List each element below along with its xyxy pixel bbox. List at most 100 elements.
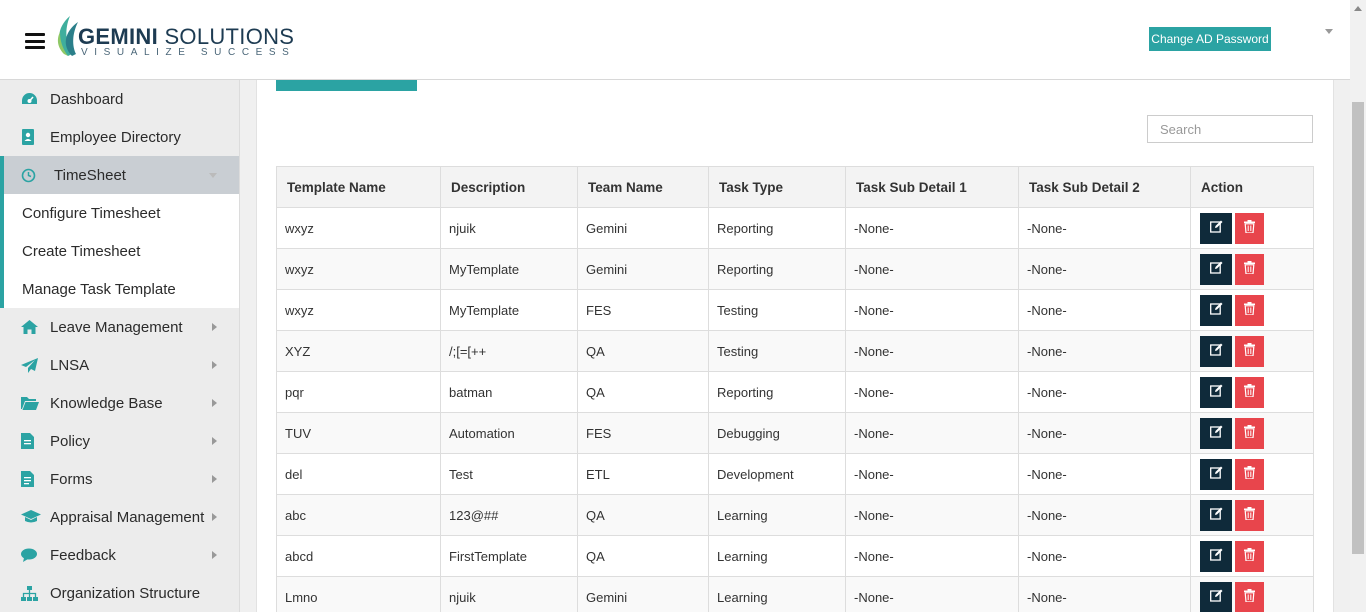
- sidebar-subitem-manage-task-template[interactable]: Manage Task Template: [0, 270, 239, 308]
- sidebar-item-knowledge-base[interactable]: Knowledge Base: [0, 384, 239, 422]
- delete-button[interactable]: [1235, 499, 1264, 531]
- cell-task-sub-detail-2: -None-: [1018, 453, 1191, 495]
- sidebar-item-employee-directory[interactable]: Employee Directory: [0, 118, 239, 156]
- cell-task-sub-detail-1: -None-: [845, 248, 1019, 290]
- sidebar-subitem-create-timesheet[interactable]: Create Timesheet: [0, 232, 239, 270]
- edit-button[interactable]: [1200, 212, 1232, 244]
- column-header-team-name[interactable]: Team Name: [577, 166, 709, 208]
- sidebar-item-lnsa[interactable]: LNSA: [0, 346, 239, 384]
- add-template-button[interactable]: [276, 80, 417, 91]
- cell-team-name: FES: [577, 412, 709, 454]
- delete-button[interactable]: [1235, 417, 1264, 449]
- column-header-task-sub-detail-1[interactable]: Task Sub Detail 1: [845, 166, 1019, 208]
- edit-icon: [1209, 384, 1223, 400]
- cell-action: [1190, 453, 1314, 495]
- cell-task-sub-detail-1: -None-: [845, 330, 1019, 372]
- sidebar-item-organization-structure[interactable]: Organization Structure: [0, 574, 239, 612]
- cell-task-type: Testing: [708, 289, 846, 331]
- delete-button[interactable]: [1235, 294, 1264, 326]
- delete-button[interactable]: [1235, 253, 1264, 285]
- column-header-template-name[interactable]: Template Name: [276, 166, 441, 208]
- chevron-right-icon: [212, 361, 217, 369]
- delete-button[interactable]: [1235, 458, 1264, 490]
- delete-button[interactable]: [1235, 540, 1264, 572]
- edit-button[interactable]: [1200, 294, 1232, 326]
- scrollbar-thumb[interactable]: [1352, 102, 1364, 554]
- table-row: abcd FirstTemplate QA Learning -None- -None-: [276, 535, 1314, 577]
- user-menu-caret-icon[interactable]: [1325, 29, 1333, 34]
- sidebar-item-leave-management[interactable]: Leave Management: [0, 308, 239, 346]
- chevron-right-icon: [212, 437, 217, 445]
- company-logo[interactable]: GEMINI SOLUTIONS VISUALIZE SUCCESS: [54, 14, 294, 62]
- edit-button[interactable]: [1200, 253, 1232, 285]
- sidebar-item-label: Leave Management: [50, 318, 183, 336]
- trash-icon: [1244, 384, 1255, 400]
- search-input[interactable]: [1147, 115, 1313, 143]
- cell-action: [1190, 576, 1314, 612]
- sidebar-item-label: TimeSheet: [54, 166, 126, 184]
- cell-team-name: QA: [577, 330, 709, 372]
- edit-icon: [1209, 466, 1223, 482]
- sidebar-item-dashboard[interactable]: Dashboard: [0, 80, 239, 118]
- cell-task-sub-detail-2: -None-: [1018, 289, 1191, 331]
- edit-button[interactable]: [1200, 499, 1232, 531]
- form-icon: [0, 471, 50, 487]
- sidebar-item-policy[interactable]: Policy: [0, 422, 239, 460]
- column-header-task-sub-detail-2[interactable]: Task Sub Detail 2: [1018, 166, 1191, 208]
- delete-button[interactable]: [1235, 376, 1264, 408]
- delete-button[interactable]: [1235, 212, 1264, 244]
- top-header: GEMINI SOLUTIONS VISUALIZE SUCCESS Chang…: [0, 0, 1350, 80]
- cell-task-sub-detail-1: -None-: [845, 535, 1019, 577]
- column-header-task-type[interactable]: Task Type: [708, 166, 846, 208]
- sidebar-subitem-configure-timesheet[interactable]: Configure Timesheet: [0, 194, 239, 232]
- cell-template-name: wxyz: [276, 248, 441, 290]
- edit-icon: [1209, 425, 1223, 441]
- edit-icon: [1209, 507, 1223, 523]
- cell-task-type: Development: [708, 453, 846, 495]
- scroll-up-arrow-icon[interactable]: [1354, 6, 1362, 11]
- logo-tagline: VISUALIZE SUCCESS: [81, 47, 296, 58]
- chevron-right-icon: [212, 513, 217, 521]
- page-scrollbar[interactable]: [1350, 0, 1366, 612]
- row-actions: [1199, 417, 1313, 449]
- edit-button[interactable]: [1200, 581, 1232, 612]
- trash-icon: [1244, 220, 1255, 236]
- cell-team-name: Gemini: [577, 248, 709, 290]
- hamburger-menu-icon[interactable]: [25, 33, 45, 49]
- trash-icon: [1244, 589, 1255, 605]
- cell-template-name: Lmno: [276, 576, 441, 612]
- edit-icon: [1209, 302, 1223, 318]
- sidebar-item-appraisal-management[interactable]: Appraisal Management: [0, 498, 239, 536]
- edit-button[interactable]: [1200, 417, 1232, 449]
- row-actions: [1199, 458, 1313, 490]
- delete-button[interactable]: [1235, 581, 1264, 612]
- row-actions: [1199, 376, 1313, 408]
- cell-description: njuik: [440, 207, 578, 249]
- cell-description: MyTemplate: [440, 248, 578, 290]
- folder-open-icon: [0, 396, 50, 410]
- change-ad-password-button[interactable]: Change AD Password: [1149, 27, 1271, 51]
- cell-task-type: Learning: [708, 535, 846, 577]
- cell-task-type: Learning: [708, 494, 846, 536]
- sidebar-item-forms[interactable]: Forms: [0, 460, 239, 498]
- sidebar: Dashboard Employee Directory TimeSheet C…: [0, 80, 240, 612]
- cell-template-name: wxyz: [276, 289, 441, 331]
- dashboard-icon: [0, 92, 50, 107]
- cell-description: njuik: [440, 576, 578, 612]
- cell-team-name: ETL: [577, 453, 709, 495]
- edit-button[interactable]: [1200, 376, 1232, 408]
- edit-button[interactable]: [1200, 540, 1232, 572]
- cell-team-name: Gemini: [577, 576, 709, 612]
- cell-task-sub-detail-1: -None-: [845, 494, 1019, 536]
- sidebar-item-timesheet[interactable]: TimeSheet: [0, 156, 239, 194]
- row-actions: [1199, 335, 1313, 367]
- cell-task-type: Reporting: [708, 207, 846, 249]
- sidebar-item-feedback[interactable]: Feedback: [0, 536, 239, 574]
- column-header-description[interactable]: Description: [440, 166, 578, 208]
- edit-button[interactable]: [1200, 458, 1232, 490]
- cell-template-name: XYZ: [276, 330, 441, 372]
- table-row: Lmno njuik Gemini Learning -None- -None-: [276, 576, 1314, 612]
- trash-icon: [1244, 507, 1255, 523]
- edit-button[interactable]: [1200, 335, 1232, 367]
- delete-button[interactable]: [1235, 335, 1264, 367]
